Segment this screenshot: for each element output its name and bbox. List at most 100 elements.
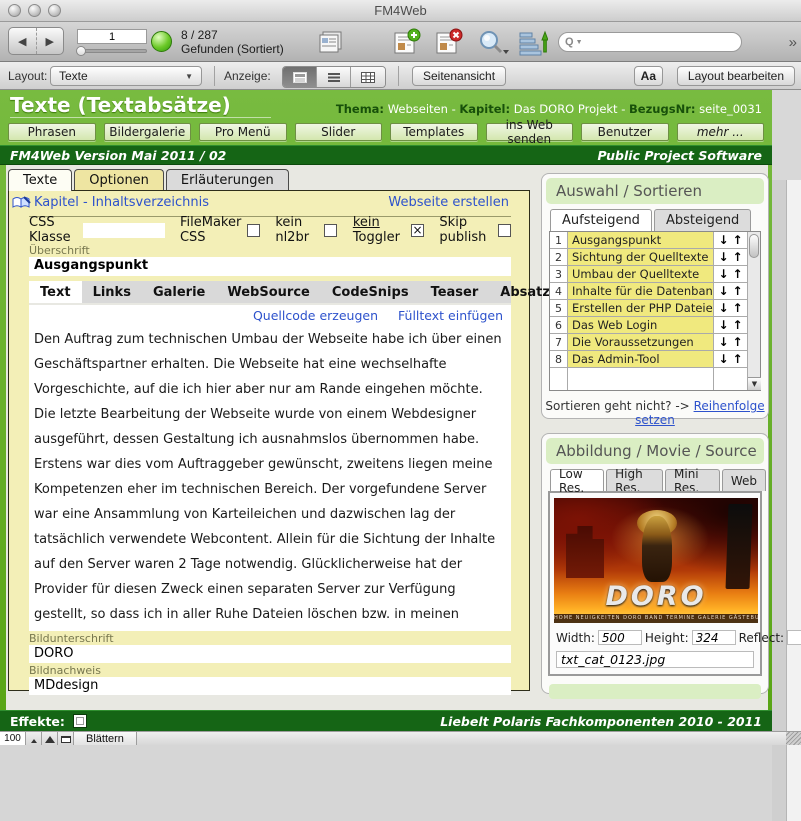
mode-selector[interactable]: Blättern [74,732,137,745]
move-up-icon[interactable]: ↑ [733,250,743,264]
find-icon[interactable] [476,29,510,59]
image-credit-field[interactable]: MDdesign [29,677,511,695]
tab-galerie[interactable]: Galerie [142,281,216,303]
resize-grip[interactable] [786,732,801,745]
tab-optionen[interactable]: Optionen [74,169,164,191]
row-label[interactable]: Sichtung der Quelltexte [568,249,714,265]
move-up-icon[interactable]: ↑ [733,318,743,332]
scroll-down-icon[interactable]: ▼ [748,377,761,390]
record-slider-thumb[interactable] [76,46,86,56]
zoom-out-icon[interactable] [26,732,42,745]
row-label[interactable]: Die Voraussetzungen [568,334,714,350]
scrollbar-thumb[interactable] [749,234,759,258]
table-view-button[interactable] [351,67,385,87]
row-label[interactable]: Das Admin-Tool [568,351,714,367]
move-up-icon[interactable]: ↑ [733,233,743,247]
body-text-field[interactable]: Den Auftrag zum technischen Umbau der We… [29,325,511,631]
tab-aufsteigend[interactable]: Aufsteigend [550,209,652,231]
search-input[interactable] [585,35,740,49]
move-down-icon[interactable]: ↓ [718,284,728,298]
tab-links[interactable]: Links [82,281,142,303]
tab-text[interactable]: Text [29,281,82,303]
tab-erlaeuterungen[interactable]: Erläuterungen [166,169,289,191]
tab-mini-res[interactable]: Mini Res. [665,469,720,491]
tab-websource[interactable]: WebSource [216,281,320,303]
format-button[interactable]: Aa [634,66,663,86]
tab-low-res[interactable]: Low Res. [550,469,604,491]
reflect-input[interactable] [787,630,801,645]
height-input[interactable] [692,630,736,645]
current-record-input[interactable] [77,29,147,44]
quick-find-field[interactable]: Q ▼ [558,32,742,52]
css-class-input[interactable] [83,223,165,238]
delete-record-icon[interactable] [434,28,464,59]
row-label[interactable]: Umbau der Quelltexte [568,266,714,282]
nav-button-pro-menue[interactable]: Pro Menü [199,123,287,141]
move-down-icon[interactable]: ↓ [718,233,728,247]
kapitel-link[interactable]: Kapitel - Inhaltsverzeichnis [34,195,209,210]
nav-button-phrasen[interactable]: Phrasen [8,123,96,141]
layout-popup[interactable]: Texte ▼ [50,66,202,86]
record-slider[interactable] [77,49,147,53]
content-tab-strip: Text Links Galerie WebSource CodeSnips T… [29,281,511,303]
tab-codesnips[interactable]: CodeSnips [321,281,420,303]
nav-button-mehr[interactable]: mehr ... [677,123,765,141]
tab-absteigend[interactable]: Absteigend [654,209,751,231]
toggle-statusbar-icon[interactable] [58,732,74,745]
tab-web[interactable]: Web [722,469,766,491]
move-down-icon[interactable]: ↓ [718,250,728,264]
zoom-level-box[interactable]: 100 [0,732,26,745]
next-record-button[interactable]: ▶ [37,28,64,54]
toolbar-overflow-icon[interactable]: » [789,34,797,51]
zoom-in-icon[interactable] [42,732,58,745]
move-down-icon[interactable]: ↓ [718,352,728,366]
sort-list-scrollbar[interactable]: ▼ [747,232,760,390]
sort-icon[interactable] [518,28,548,60]
nav-button-benutzer[interactable]: Benutzer [581,123,669,141]
list-view-button[interactable] [317,67,351,87]
show-all-icon[interactable] [318,30,345,57]
kein-toggler-checkbox[interactable]: × [411,224,424,237]
create-website-link[interactable]: Webseite erstellen [388,195,509,210]
doro-image[interactable]: DORO HOME NEUIGKEITEN DORO BAND TERMINE … [554,498,758,623]
effects-checkbox[interactable] [73,714,87,728]
preview-button[interactable]: Seitenansicht [412,66,506,86]
search-dropdown-icon[interactable]: ▼ [576,39,583,46]
edit-layout-button[interactable]: Layout bearbeiten [677,66,795,86]
move-up-icon[interactable]: ↑ [733,301,743,315]
new-record-icon[interactable] [392,28,422,59]
nav-button-bildergalerie[interactable]: Bildergalerie [104,123,192,141]
document-area: Texte (Textabsätze) Thema: Webseiten - K… [0,90,801,731]
tab-teaser[interactable]: Teaser [420,281,490,303]
caption-field[interactable]: DORO [29,645,511,663]
row-label[interactable]: Das Web Login [568,317,714,333]
nav-button-ins-web-senden[interactable]: ins Web senden [486,123,574,141]
move-down-icon[interactable]: ↓ [718,335,728,349]
tab-texte[interactable]: Texte [8,169,72,191]
tab-high-res[interactable]: High Res. [606,469,663,491]
row-label[interactable]: Erstellen der PHP Dateien [568,300,714,316]
row-label[interactable]: Inhalte für die Datenbank [568,283,714,299]
previous-record-button[interactable]: ◀ [9,28,37,54]
heading-field[interactable]: Ausgangspunkt [29,257,511,276]
move-down-icon[interactable]: ↓ [718,318,728,332]
nav-button-slider[interactable]: Slider [295,123,383,141]
row-label[interactable]: Ausgangspunkt [568,232,714,248]
move-up-icon[interactable]: ↑ [733,335,743,349]
generate-sourcecode-link[interactable]: Quellcode erzeugen [253,308,378,323]
divider [214,66,215,86]
move-down-icon[interactable]: ↓ [718,301,728,315]
move-up-icon[interactable]: ↑ [733,284,743,298]
move-up-icon[interactable]: ↑ [733,267,743,281]
kein-nl2br-checkbox[interactable] [324,224,337,237]
width-input[interactable] [598,630,642,645]
move-up-icon[interactable]: ↑ [733,352,743,366]
nav-button-templates[interactable]: Templates [390,123,478,141]
vertical-scrollbar[interactable] [786,180,801,821]
filemaker-css-checkbox[interactable] [247,224,260,237]
move-down-icon[interactable]: ↓ [718,267,728,281]
filename-input[interactable] [556,651,754,668]
form-view-button[interactable] [283,67,317,87]
insert-fulltext-link[interactable]: Fülltext einfügen [398,308,503,323]
skip-publish-checkbox[interactable] [498,224,511,237]
